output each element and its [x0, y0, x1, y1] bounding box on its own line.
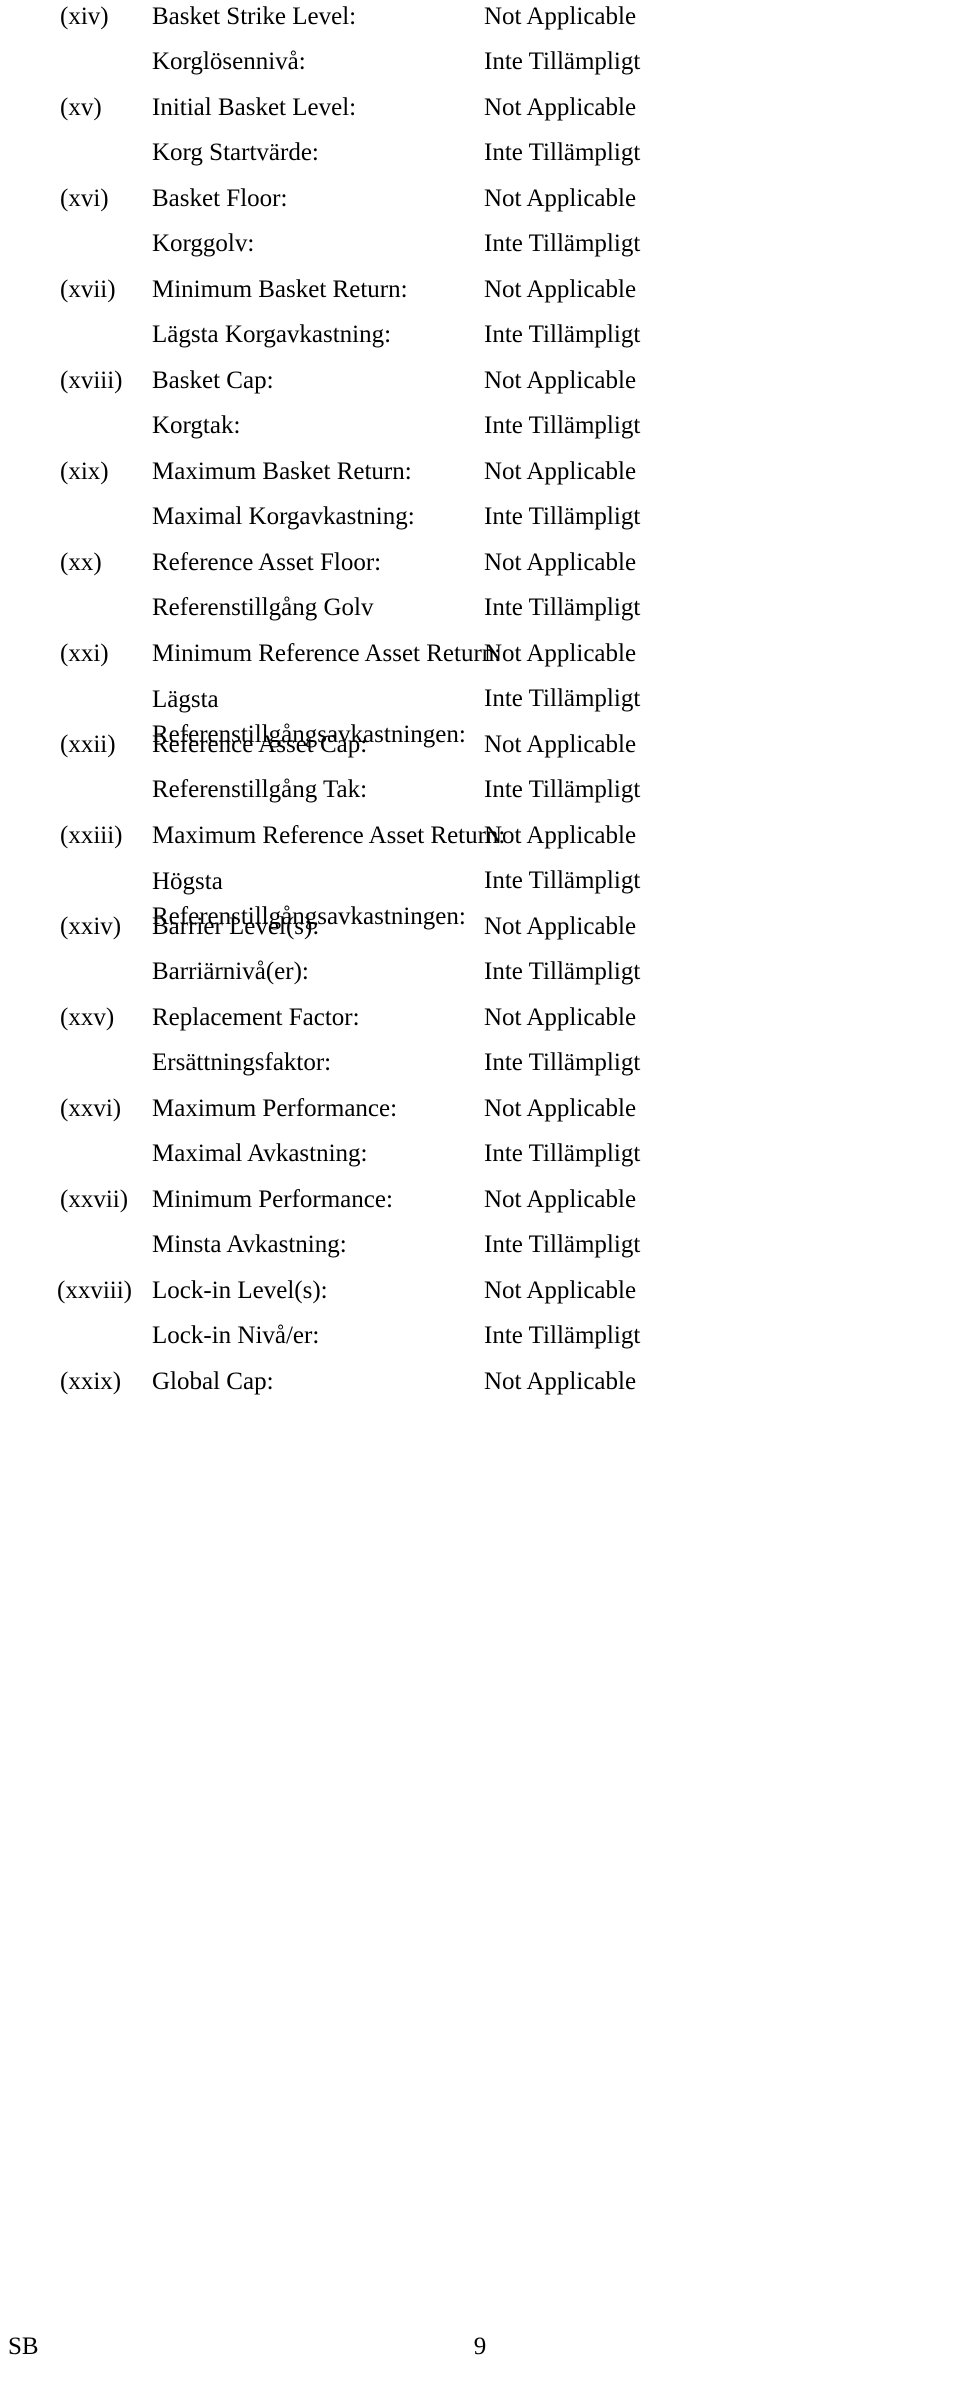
term-row: (xxviii) Lock-in Level(s): Not Applicable L… — [0, 1274, 960, 1365]
term-value-swedish: Inte Tillämpligt — [484, 1322, 641, 1349]
term-value-swedish: Inte Tillämpligt — [484, 503, 641, 530]
term-line-swedish: Barriärnivå(er): Inte Tillämpligt — [0, 955, 960, 1000]
term-line-english: (xv) Initial Basket Level: Not Applicable — [0, 91, 960, 136]
term-row: (xix) Maximum Basket Return: Not Applicabl… — [0, 455, 960, 546]
term-line-swedish: Ersättningsfaktor: Inte Tillämpligt — [0, 1046, 960, 1091]
term-row: (xiv) Basket Strike Level: Not Applicable K… — [0, 0, 960, 91]
term-line-swedish: Lägsta Korgavkastning: Inte Tillämpligt — [0, 318, 960, 363]
term-row: (xvii) Minimum Basket Return: Not Applicab… — [0, 273, 960, 364]
term-value-english: Not Applicable — [484, 3, 637, 30]
term-line-english: (xviii) Basket Cap: Not Applicable — [0, 364, 960, 409]
term-value-swedish: Inte Tillämpligt — [484, 685, 641, 712]
term-line-swedish: Minsta Avkastning: Inte Tillämpligt — [0, 1228, 960, 1273]
term-line-english: (xiv) Basket Strike Level: Not Applicable — [0, 0, 960, 45]
term-value-swedish: Inte Tillämpligt — [484, 1231, 641, 1258]
term-value-swedish: Inte Tillämpligt — [484, 594, 641, 621]
term-row: (xxi) Minimum Reference Asset Return: Not … — [0, 637, 960, 748]
term-value-english: Not Applicable — [484, 276, 637, 303]
term-line-swedish: Lock-in Nivå/er: Inte Tillämpligt — [0, 1319, 960, 1364]
term-row: (xv) Initial Basket Level: Not Applicable K… — [0, 91, 960, 182]
term-value-swedish: Inte Tillämpligt — [484, 1140, 641, 1167]
term-line-english: (xvi) Basket Floor: Not Applicable — [0, 182, 960, 227]
term-value-swedish: Inte Tillämpligt — [484, 867, 641, 894]
term-value-english: Not Applicable — [484, 94, 637, 121]
term-row: (xxiii) Maximum Reference Asset Return: No… — [0, 819, 960, 930]
term-value-english: Not Applicable — [484, 731, 637, 758]
term-value-swedish: Inte Tillämpligt — [484, 776, 641, 803]
term-line-english: (xxiii) Maximum Reference Asset Return: No… — [0, 819, 960, 864]
term-row: (xxii) Reference Asset Cap: Not Applicable… — [0, 728, 960, 819]
term-value-english: Not Applicable — [484, 1095, 637, 1122]
term-line-english: (xxix) Global Cap: Not Applicable — [0, 1365, 960, 1410]
term-line-english: (xxvi) Maximum Performance: Not Applicable — [0, 1092, 960, 1137]
term-value-english: Not Applicable — [484, 549, 637, 576]
footer-page-number: 9 — [473, 2333, 487, 2360]
term-line-swedish: Högsta Referenstillgångsavkastningen: Int… — [0, 864, 960, 930]
term-value-swedish: Inte Tillämpligt — [484, 230, 641, 257]
term-row: (xxiv) Barrier Level(s): Not Applicable Bar… — [0, 910, 960, 1001]
term-line-swedish: Referenstillgång Tak: Inte Tillämpligt — [0, 773, 960, 818]
term-line-swedish: Korgtak: Inte Tillämpligt — [0, 409, 960, 454]
term-value-swedish: Inte Tillämpligt — [484, 48, 641, 75]
term-line-english: (xxvii) Minimum Performance: Not Applicabl… — [0, 1183, 960, 1228]
term-value-english: Not Applicable — [484, 458, 637, 485]
term-row: (xxix) Global Cap: Not Applicable — [0, 1365, 960, 1456]
term-row: (xxvi) Maximum Performance: Not Applicable… — [0, 1092, 960, 1183]
term-line-swedish: Korglösennivå: Inte Tillämpligt — [0, 45, 960, 90]
term-value-swedish: Inte Tillämpligt — [484, 321, 641, 348]
term-value-english: Not Applicable — [484, 185, 637, 212]
term-line-english: (xxii) Reference Asset Cap: Not Applicable — [0, 728, 960, 773]
term-value-swedish: Inte Tillämpligt — [484, 139, 641, 166]
document-page: (xiv) Basket Strike Level: Not Applicable K… — [0, 0, 960, 2391]
term-row: (xx) Reference Asset Floor: Not Applicable… — [0, 546, 960, 637]
term-value-english: Not Applicable — [484, 367, 637, 394]
page-footer: SB 9 — [0, 2330, 960, 2378]
term-value-swedish: Inte Tillämpligt — [484, 958, 641, 985]
term-line-english: (xix) Maximum Basket Return: Not Applicabl… — [0, 455, 960, 500]
term-line-english: (xxv) Replacement Factor: Not Applicable — [0, 1001, 960, 1046]
term-value-english: Not Applicable — [484, 1368, 637, 1395]
term-row: (xvi) Basket Floor: Not Applicable Korggolv… — [0, 182, 960, 273]
term-line-english: (xxviii) Lock-in Level(s): Not Applicable — [0, 1274, 960, 1319]
term-value-swedish: Inte Tillämpligt — [484, 412, 641, 439]
terms-list: (xiv) Basket Strike Level: Not Applicable K… — [0, 0, 960, 1456]
term-value-english: Not Applicable — [484, 822, 637, 849]
term-line-swedish: Referenstillgång Golv Inte Tillämpligt — [0, 591, 960, 636]
term-line-swedish: Maximal Korgavkastning: Inte Tillämpligt — [0, 500, 960, 545]
term-line-swedish: Korggolv: Inte Tillämpligt — [0, 227, 960, 272]
term-value-english: Not Applicable — [484, 913, 637, 940]
term-line-english: (xxiv) Barrier Level(s): Not Applicable — [0, 910, 960, 955]
term-value-english: Not Applicable — [484, 640, 637, 667]
term-value-english: Not Applicable — [484, 1004, 637, 1031]
term-value-english: Not Applicable — [484, 1186, 637, 1213]
term-line-english: (xx) Reference Asset Floor: Not Applicable — [0, 546, 960, 591]
term-line-swedish: Maximal Avkastning: Inte Tillämpligt — [0, 1137, 960, 1182]
term-line-english: (xxi) Minimum Reference Asset Return: Not … — [0, 637, 960, 682]
term-row: (xxvii) Minimum Performance: Not Applicabl… — [0, 1183, 960, 1274]
term-line-swedish: Lägsta Referenstillgångsavkastningen: Int… — [0, 682, 960, 748]
term-value-swedish: Inte Tillämpligt — [484, 1049, 641, 1076]
term-row: (xviii) Basket Cap: Not Applicable Korgtak:… — [0, 364, 960, 455]
term-value-english: Not Applicable — [484, 1277, 637, 1304]
term-row: (xxv) Replacement Factor: Not Applicable Er… — [0, 1001, 960, 1092]
term-line-english: (xvii) Minimum Basket Return: Not Applicab… — [0, 273, 960, 318]
term-line-swedish: Korg Startvärde: Inte Tillämpligt — [0, 136, 960, 181]
